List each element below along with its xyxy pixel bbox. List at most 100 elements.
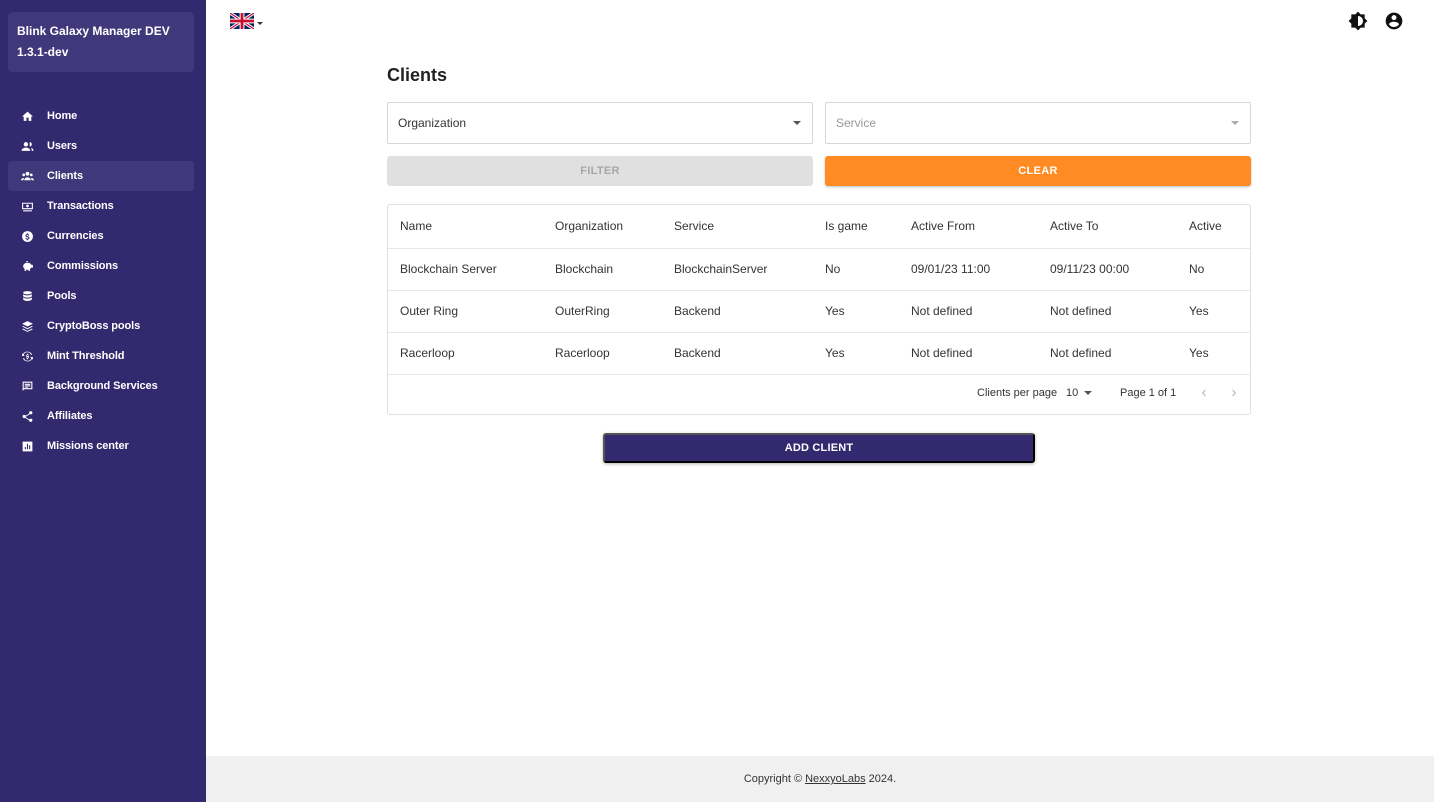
sidebar-item-background-services[interactable]: Background Services: [8, 371, 194, 401]
cell-active: Yes: [1177, 332, 1250, 375]
app-title: Blink Galaxy Manager DEV 1.3.1-dev: [8, 12, 194, 72]
sidebar-item-home[interactable]: Home: [8, 101, 194, 131]
theme-toggle-button[interactable]: [1348, 11, 1368, 31]
sidebar-item-clients[interactable]: Clients: [8, 161, 194, 191]
column-header-active: Active: [1177, 205, 1250, 249]
sidebar-item-missions-center[interactable]: Missions center: [8, 431, 194, 461]
add-client-button[interactable]: ADD CLIENT: [603, 433, 1035, 463]
column-header-is-game: Is game: [813, 205, 899, 249]
sidebar-item-label: Commissions: [47, 260, 119, 272]
sidebar-item-label: Clients: [47, 170, 83, 182]
cell-active-to: Not defined: [1038, 332, 1177, 375]
users-icon: [20, 139, 35, 154]
home-icon: [20, 109, 35, 124]
filter-button[interactable]: FILTER: [387, 156, 813, 186]
footer-copyright: Copyright ©: [743, 773, 803, 785]
cell-service: Backend: [662, 332, 813, 375]
transactions-icon: [20, 199, 35, 214]
table-row[interactable]: Racerloop Racerloop Backend Yes Not defi…: [388, 332, 1250, 375]
refresh-currency-icon: [20, 349, 35, 364]
cell-name: Racerloop: [388, 332, 543, 375]
cell-name: Blockchain Server: [388, 248, 543, 291]
sidebar-item-cryptoboss-pools[interactable]: CryptoBoss pools: [8, 311, 194, 341]
sidebar-item-currencies[interactable]: Currencies: [8, 221, 194, 251]
clients-icon: [20, 169, 35, 184]
sidebar-item-label: Missions center: [47, 440, 129, 452]
table-row[interactable]: Outer Ring OuterRing Backend Yes Not def…: [388, 290, 1250, 333]
table-row[interactable]: Blockchain Server Blockchain BlockchainS…: [388, 248, 1250, 291]
table-header-row: Name Organization Service Is game Active…: [388, 205, 1250, 249]
column-header-service: Service: [662, 205, 813, 249]
cell-active: No: [1177, 248, 1250, 291]
column-header-name: Name: [388, 205, 543, 249]
page-info: Page 1 of 1: [1120, 387, 1177, 399]
uk-flag-icon: [229, 11, 255, 34]
clear-button[interactable]: CLEAR: [825, 156, 1251, 186]
chevron-down-icon: [793, 121, 801, 125]
currency-icon: [20, 229, 35, 244]
rows-per-page-select[interactable]: 10: [1066, 387, 1093, 399]
clients-table-card: Name Organization Service Is game Active…: [387, 204, 1251, 415]
sidebar: Blink Galaxy Manager DEV 1.3.1-dev Home …: [0, 0, 206, 802]
sidebar-item-label: Transactions: [47, 200, 114, 212]
page-title: Clients: [387, 65, 448, 85]
cell-organization: OuterRing: [543, 290, 662, 333]
cell-service: Backend: [662, 290, 813, 333]
column-header-active-to: Active To: [1038, 205, 1177, 249]
account-circle-icon: [1384, 12, 1404, 35]
cell-organization: Racerloop: [543, 332, 662, 375]
filter-actions: FILTER CLEAR: [387, 156, 1251, 186]
sidebar-item-commissions[interactable]: Commissions: [8, 251, 194, 281]
cell-is-game: Yes: [813, 290, 899, 333]
main-content: Clients Organization Service FILTER CLEA…: [387, 60, 1251, 463]
footer-company-link[interactable]: NexxyoLabs: [805, 773, 866, 785]
cell-active-to: Not defined: [1038, 290, 1177, 333]
cell-active-from: Not defined: [899, 332, 1038, 375]
service-select[interactable]: Service: [825, 102, 1251, 144]
cell-active-to: 09/11/23 00:00: [1038, 248, 1177, 291]
sidebar-item-label: Pools: [47, 290, 77, 302]
account-button[interactable]: [1384, 11, 1404, 31]
organization-select[interactable]: Organization: [387, 102, 813, 144]
share-icon: [20, 409, 35, 424]
language-selector[interactable]: [229, 11, 263, 34]
sidebar-item-transactions[interactable]: Transactions: [8, 191, 194, 221]
layers-icon: [20, 319, 35, 334]
sidebar-item-users[interactable]: Users: [8, 131, 194, 161]
rows-per-page-label: Clients per page: [977, 387, 1058, 399]
sidebar-item-label: Affiliates: [47, 410, 93, 422]
cell-service: BlockchainServer: [662, 248, 813, 291]
sidebar-item-affiliates[interactable]: Affiliates: [8, 401, 194, 431]
database-icon: [20, 289, 35, 304]
piggy-bank-icon: [20, 259, 35, 274]
sidebar-item-label: Mint Threshold: [47, 350, 125, 362]
cell-is-game: Yes: [813, 332, 899, 375]
organization-select-value: Organization: [398, 116, 467, 130]
chevron-left-icon: [1201, 389, 1206, 397]
chart-box-icon: [20, 439, 35, 454]
cell-active-from: Not defined: [899, 290, 1038, 333]
sidebar-item-pools[interactable]: Pools: [8, 281, 194, 311]
cell-active-from: 09/01/23 11:00: [899, 248, 1038, 291]
footer: Copyright © NexxyoLabs 2024.: [206, 756, 1434, 802]
chevron-right-icon: [1232, 389, 1237, 397]
cell-is-game: No: [813, 248, 899, 291]
chevron-down-icon: [1231, 121, 1239, 125]
column-header-organization: Organization: [543, 205, 662, 249]
filters: Organization Service: [387, 102, 1251, 144]
clients-table: Name Organization Service Is game Active…: [388, 205, 1250, 375]
cell-active: Yes: [1177, 290, 1250, 333]
rows-per-page-value: 10: [1066, 387, 1079, 399]
chevron-down-icon: [257, 22, 263, 25]
sidebar-item-label: CryptoBoss pools: [47, 320, 141, 332]
sidebar-item-label: Background Services: [47, 380, 158, 392]
sidebar-item-label: Home: [47, 110, 78, 122]
sidebar-item-mint-threshold[interactable]: Mint Threshold: [8, 341, 194, 371]
sidebar-nav: Home Users Clients Transactions Currenci…: [8, 101, 194, 461]
chevron-down-icon: [1084, 391, 1093, 395]
cell-organization: Blockchain: [543, 248, 662, 291]
next-page-button[interactable]: [1227, 386, 1241, 400]
column-header-active-from: Active From: [899, 205, 1038, 249]
list-icon: [20, 379, 35, 394]
previous-page-button[interactable]: [1197, 386, 1211, 400]
